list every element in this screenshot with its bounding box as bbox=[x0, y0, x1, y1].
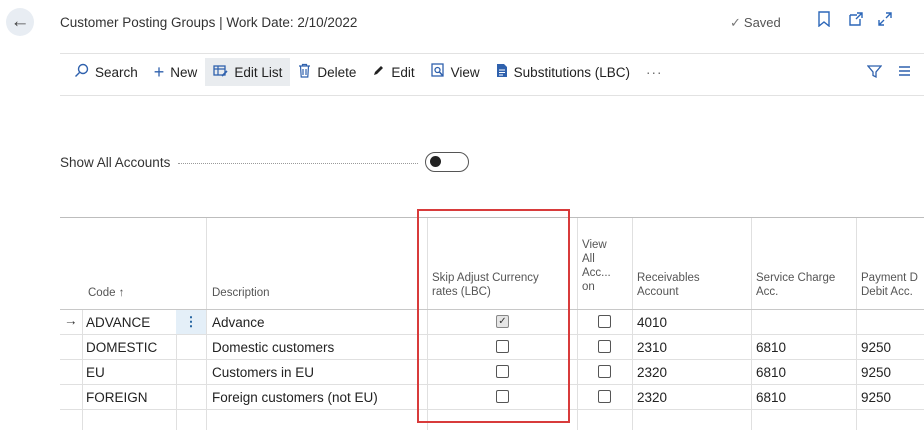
view-all-checkbox[interactable] bbox=[598, 390, 611, 403]
highlight-box bbox=[417, 209, 570, 423]
saved-status: ✓ Saved bbox=[730, 15, 781, 30]
toolbar-divider bbox=[60, 95, 924, 96]
cell-receivables[interactable]: 2320 bbox=[637, 390, 667, 405]
filter-icon[interactable] bbox=[866, 64, 883, 83]
column-header-receivables[interactable]: Receivables Account bbox=[637, 271, 700, 299]
current-row-arrow-icon: → bbox=[64, 313, 78, 328]
search-button[interactable]: Search bbox=[66, 58, 146, 86]
show-all-accounts-toggle[interactable] bbox=[425, 152, 469, 172]
document-icon bbox=[496, 63, 508, 81]
back-button[interactable]: ← bbox=[6, 8, 34, 36]
cell-payment[interactable]: 9250 bbox=[861, 390, 891, 405]
view-all-checkbox[interactable] bbox=[598, 340, 611, 353]
column-separator bbox=[577, 218, 578, 430]
column-header-service-charge[interactable]: Service Charge Acc. bbox=[756, 271, 835, 299]
substitutions-button[interactable]: Substitutions (LBC) bbox=[488, 58, 638, 86]
trash-icon bbox=[298, 63, 311, 81]
delete-button[interactable]: Delete bbox=[290, 58, 364, 86]
cell-receivables[interactable]: 4010 bbox=[637, 315, 667, 330]
show-all-accounts-label: Show All Accounts bbox=[60, 155, 171, 170]
edit-list-button[interactable]: Edit List bbox=[205, 58, 291, 86]
action-toolbar: Search + New Edit List Delete Edit View S… bbox=[66, 58, 670, 86]
list-icon[interactable] bbox=[897, 64, 911, 82]
cell-service-charge[interactable]: 6810 bbox=[756, 390, 786, 405]
open-new-window-icon[interactable] bbox=[848, 11, 864, 31]
column-header-code[interactable]: Code ↑ bbox=[88, 286, 124, 300]
cell-payment[interactable]: 9250 bbox=[861, 365, 891, 380]
column-separator bbox=[856, 218, 857, 430]
view-icon bbox=[430, 63, 445, 81]
column-header-description[interactable]: Description bbox=[212, 286, 270, 300]
view-all-checkbox[interactable] bbox=[598, 365, 611, 378]
view-button[interactable]: View bbox=[423, 58, 488, 86]
new-button[interactable]: + New bbox=[146, 58, 206, 86]
arrow-left-icon: ← bbox=[10, 11, 30, 32]
cell-code[interactable]: FOREIGN bbox=[86, 390, 148, 405]
expand-icon[interactable] bbox=[877, 11, 893, 31]
more-vertical-icon: ⋮ bbox=[184, 314, 198, 329]
plus-icon: + bbox=[153, 61, 165, 82]
cell-payment[interactable]: 9250 bbox=[861, 340, 891, 355]
cell-receivables[interactable]: 2310 bbox=[637, 340, 667, 355]
column-header-payment[interactable]: Payment D Debit Acc. bbox=[861, 271, 918, 299]
toggle-knob bbox=[430, 156, 441, 167]
column-header-view-all[interactable]: View All Acc... on bbox=[582, 238, 611, 294]
cell-description[interactable]: Customers in EU bbox=[212, 365, 314, 380]
more-actions-button[interactable]: ··· bbox=[638, 58, 671, 86]
cell-code[interactable]: EU bbox=[86, 365, 105, 380]
column-separator bbox=[751, 218, 752, 430]
edit-button[interactable]: Edit bbox=[364, 58, 422, 86]
search-icon bbox=[74, 63, 89, 81]
edit-list-icon bbox=[213, 64, 228, 81]
field-leader-dots bbox=[178, 163, 418, 164]
pencil-icon bbox=[372, 64, 385, 80]
cell-description[interactable]: Foreign customers (not EU) bbox=[212, 390, 378, 405]
row-actions-button[interactable]: ⋮ bbox=[176, 310, 206, 334]
cell-description[interactable]: Domestic customers bbox=[212, 340, 334, 355]
column-separator bbox=[206, 218, 207, 430]
cell-service-charge[interactable]: 6810 bbox=[756, 365, 786, 380]
cell-description[interactable]: Advance bbox=[212, 315, 265, 330]
view-all-checkbox[interactable] bbox=[598, 315, 611, 328]
checkmark-icon: ✓ bbox=[730, 15, 741, 30]
column-separator bbox=[632, 218, 633, 430]
bookmark-icon[interactable] bbox=[817, 11, 831, 31]
column-separator bbox=[82, 310, 83, 430]
cell-receivables[interactable]: 2320 bbox=[637, 365, 667, 380]
cell-code[interactable]: DOMESTIC bbox=[86, 340, 157, 355]
header-divider bbox=[60, 53, 924, 54]
cell-service-charge[interactable]: 6810 bbox=[756, 340, 786, 355]
page-title: Customer Posting Groups | Work Date: 2/1… bbox=[60, 15, 358, 30]
cell-code[interactable]: ADVANCE bbox=[86, 315, 150, 330]
